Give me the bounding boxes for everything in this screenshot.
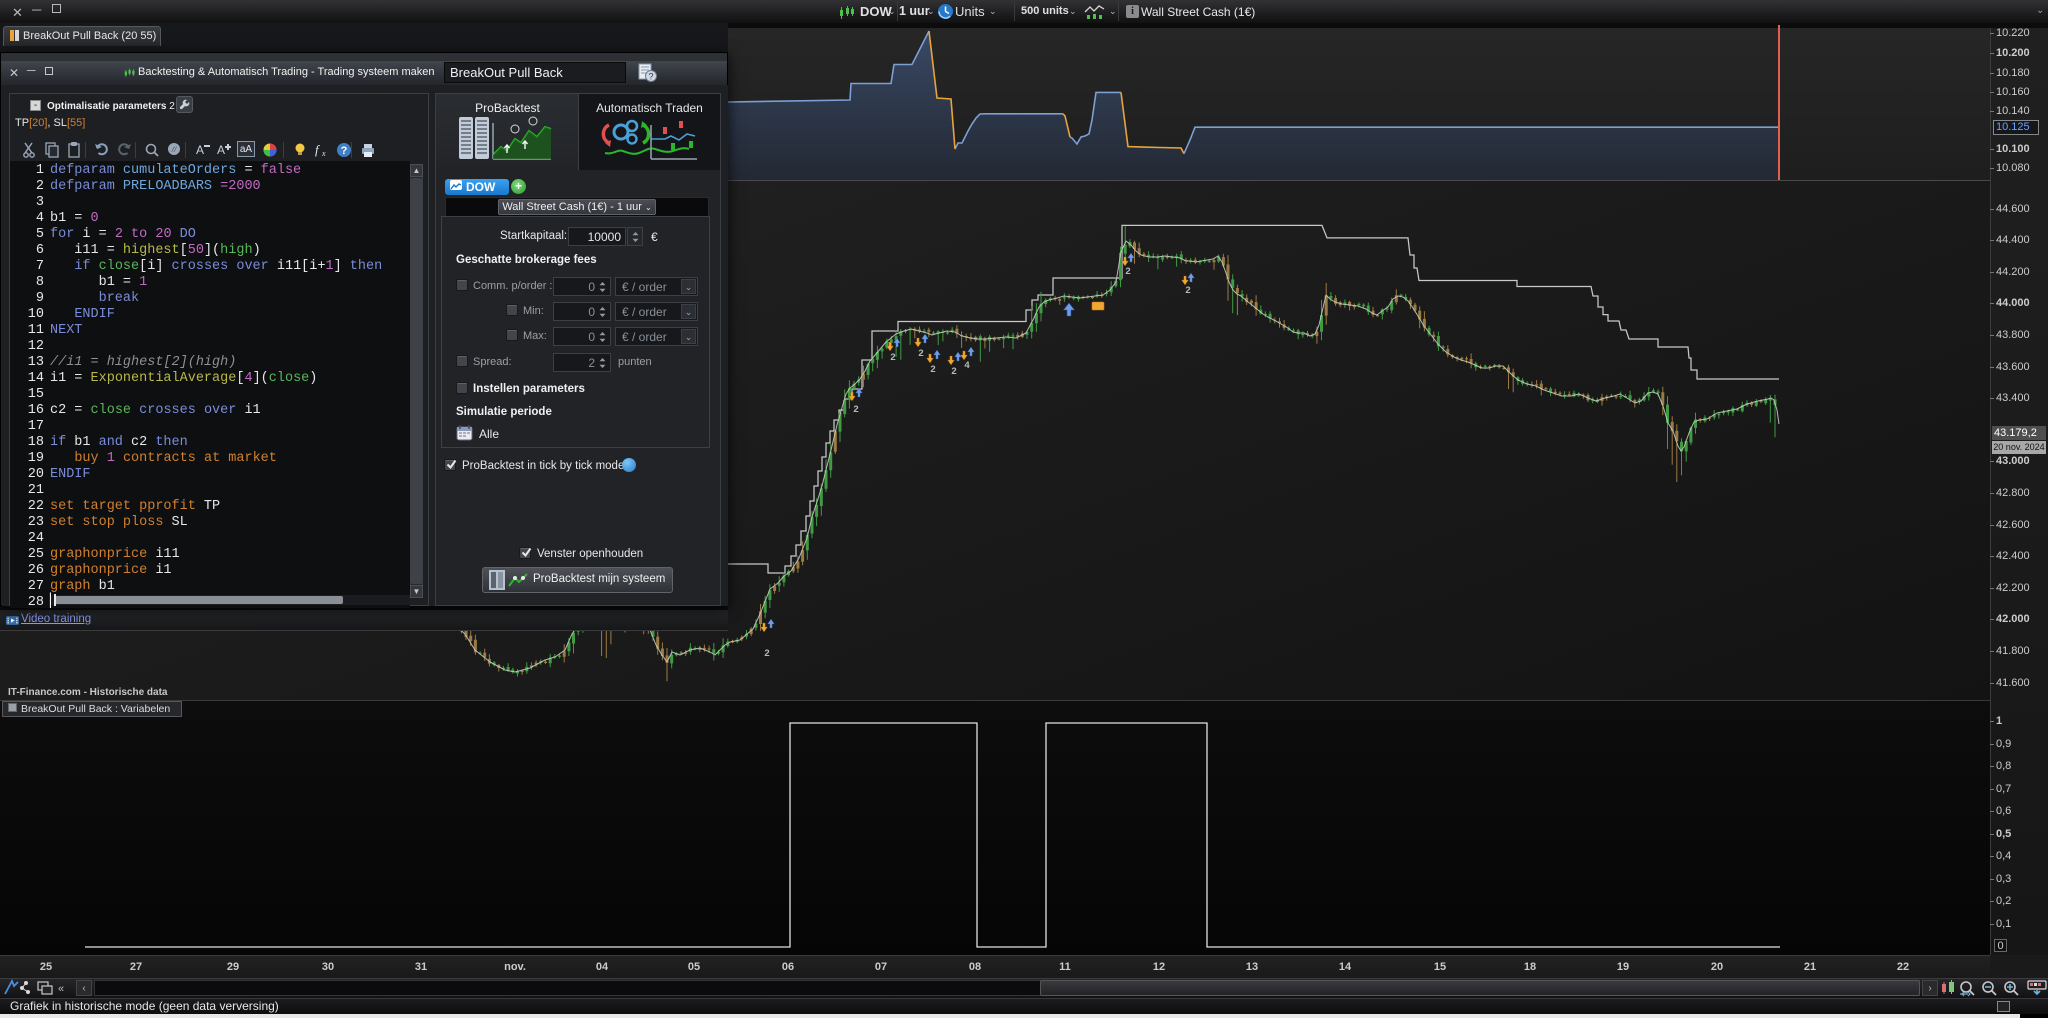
svg-text:?: ? <box>341 145 348 157</box>
svg-text:x: x <box>321 149 326 158</box>
svg-text:«: « <box>58 983 64 995</box>
svg-text:f: f <box>315 142 321 157</box>
svg-text:A: A <box>196 143 204 157</box>
svg-text:?: ? <box>648 72 653 82</box>
svg-text:A: A <box>217 143 225 157</box>
svg-text://: // <box>171 145 177 154</box>
